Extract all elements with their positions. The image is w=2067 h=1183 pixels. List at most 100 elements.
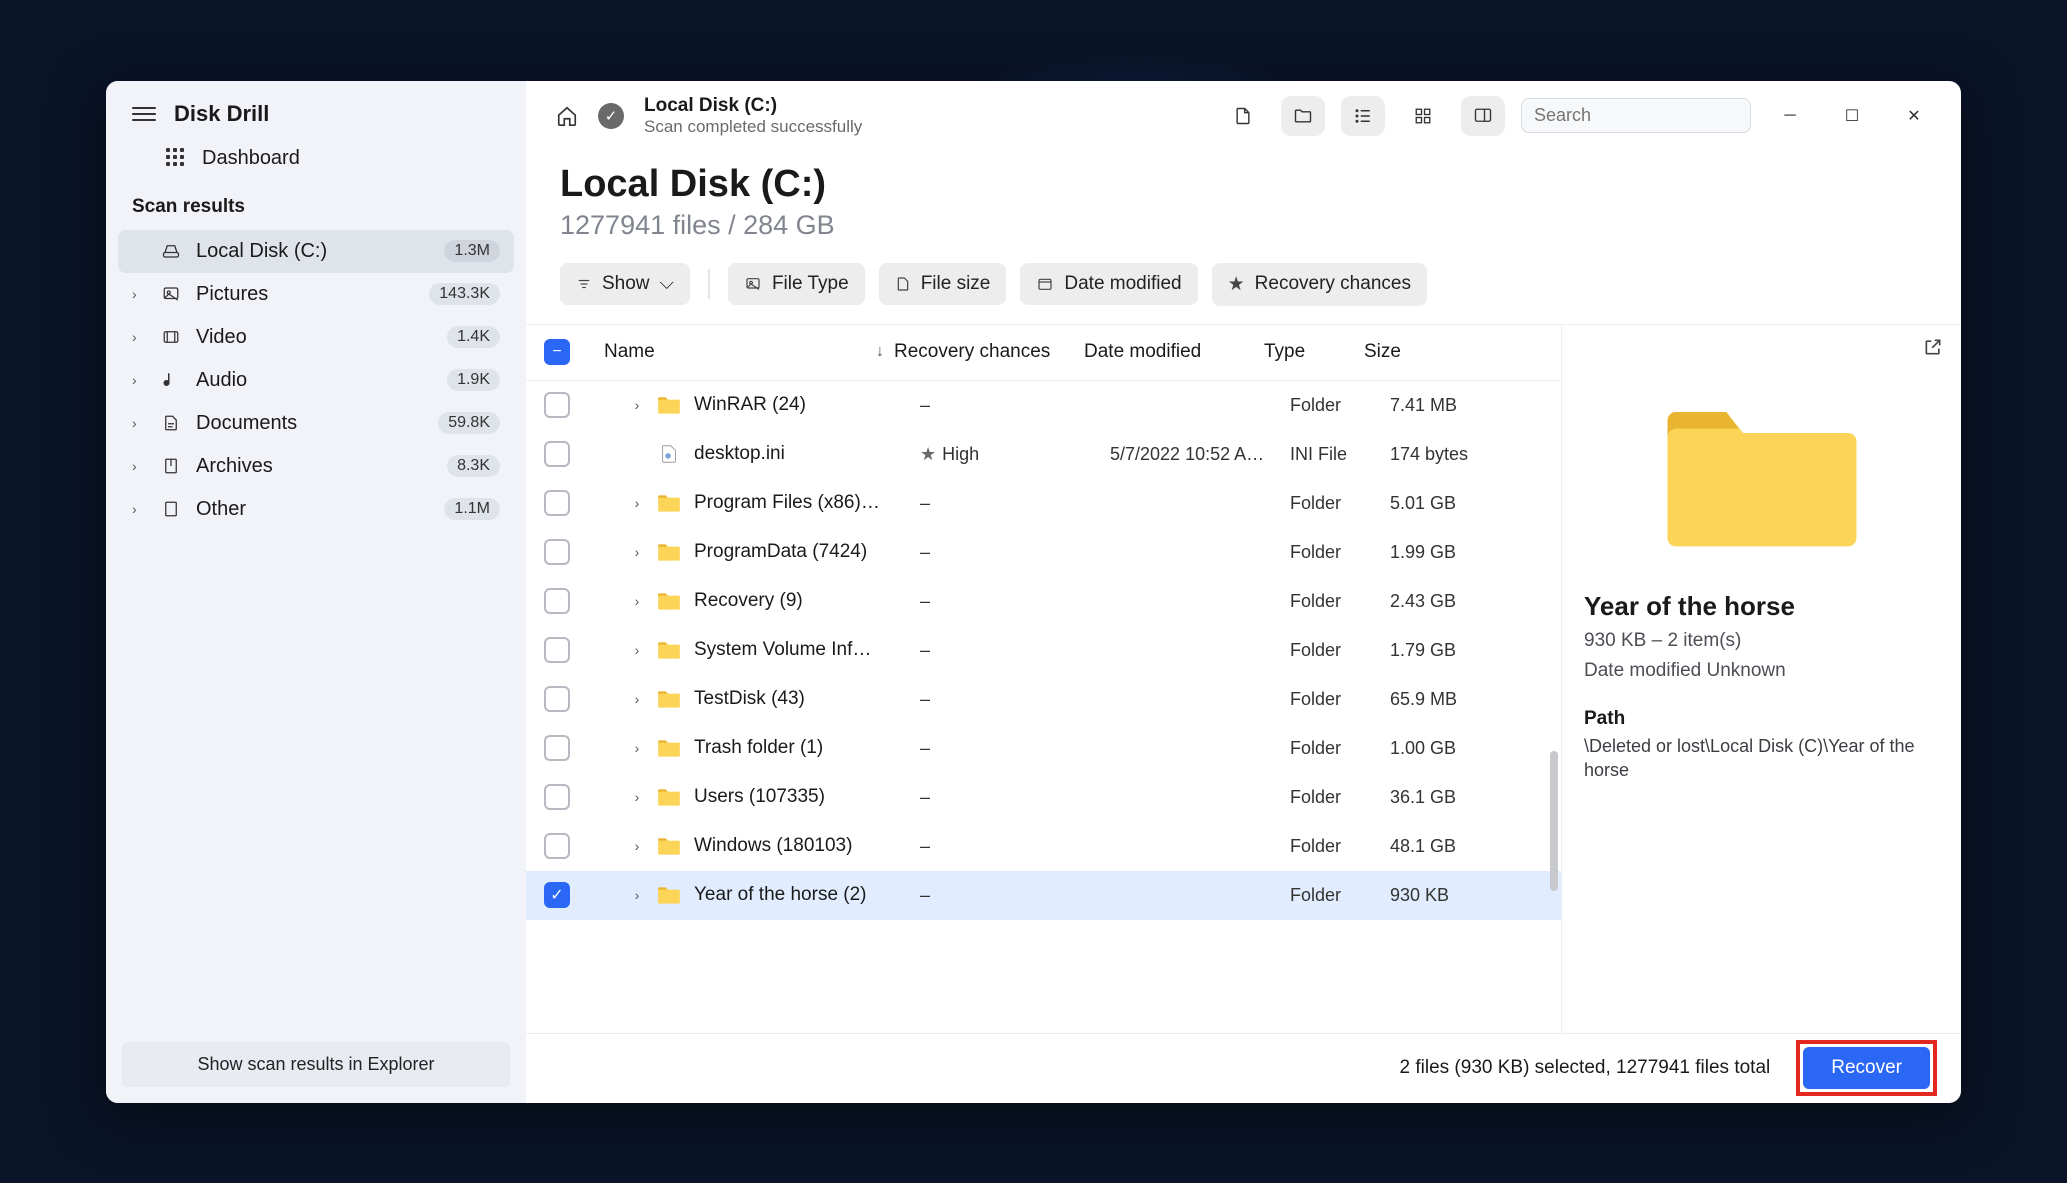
table-row[interactable]: ›Recovery (9)–Folder2.43 GB: [526, 577, 1561, 626]
table-row[interactable]: ›TestDisk (43)–Folder65.9 MB: [526, 675, 1561, 724]
show-in-explorer-button[interactable]: Show scan results in Explorer: [122, 1042, 510, 1087]
select-all-checkbox[interactable]: −: [544, 339, 570, 365]
minimize-button[interactable]: ─: [1767, 100, 1813, 132]
details-date: Date modified Unknown: [1584, 660, 1939, 682]
row-checkbox[interactable]: [544, 784, 570, 810]
expand-icon[interactable]: ›: [626, 593, 648, 609]
row-checkbox[interactable]: ✓: [544, 882, 570, 908]
sidebar-item-count: 1.1M: [444, 498, 500, 520]
sidebar-item-label: Documents: [196, 412, 424, 435]
table-row[interactable]: ›Windows (180103)–Folder48.1 GB: [526, 822, 1561, 871]
table-row[interactable]: ›ProgramData (7424)–Folder1.99 GB: [526, 528, 1561, 577]
table-row[interactable]: ›Program Files (x86)…–Folder5.01 GB: [526, 479, 1561, 528]
recover-button[interactable]: Recover: [1803, 1047, 1930, 1089]
grid-view-icon[interactable]: [1401, 96, 1445, 136]
expand-icon[interactable]: ›: [626, 544, 648, 560]
sidebar-item-count: 1.9K: [447, 369, 500, 391]
maximize-button[interactable]: ☐: [1829, 100, 1875, 132]
row-name: WinRAR (24): [694, 394, 920, 416]
row-checkbox[interactable]: [544, 735, 570, 761]
date-modified-chip[interactable]: Date modified: [1020, 263, 1197, 305]
panel-view-icon[interactable]: [1461, 96, 1505, 136]
table-row[interactable]: ›WinRAR (24)–Folder7.41 MB: [526, 381, 1561, 430]
table-row[interactable]: ✓›Year of the horse (2)–Folder930 KB: [526, 871, 1561, 920]
pop-out-icon[interactable]: [1923, 337, 1943, 357]
file-icon: [895, 275, 911, 293]
hamburger-menu-icon[interactable]: [132, 102, 156, 126]
toolbar-subtitle: Scan completed successfully: [644, 117, 862, 137]
folder-view-icon[interactable]: [1281, 96, 1325, 136]
expand-icon[interactable]: ›: [626, 495, 648, 511]
divider: [708, 269, 710, 299]
row-size: 1.79 GB: [1390, 640, 1510, 661]
col-recovery-header[interactable]: Recovery chances: [894, 341, 1084, 363]
row-checkbox[interactable]: [544, 588, 570, 614]
row-type: Folder: [1290, 836, 1390, 857]
table-row[interactable]: ›System Volume Inf…–Folder1.79 GB: [526, 626, 1561, 675]
recover-highlight: Recover: [1796, 1040, 1937, 1096]
col-size-header[interactable]: Size: [1364, 341, 1484, 363]
file-size-chip[interactable]: File size: [879, 263, 1007, 305]
sidebar-item-video[interactable]: ›Video1.4K: [118, 316, 514, 359]
sidebar-item-archives[interactable]: ›Archives8.3K: [118, 445, 514, 488]
new-file-icon[interactable]: [1221, 96, 1265, 136]
row-name: Trash folder (1): [694, 737, 920, 759]
chevron-right-icon: ›: [132, 329, 146, 345]
row-checkbox[interactable]: [544, 833, 570, 859]
row-type: Folder: [1290, 493, 1390, 514]
row-name: desktop.ini: [694, 443, 920, 465]
row-checkbox[interactable]: [544, 637, 570, 663]
expand-icon[interactable]: ›: [626, 642, 648, 658]
expand-icon[interactable]: ›: [626, 740, 648, 756]
other-icon: [160, 498, 182, 520]
expand-icon[interactable]: ›: [626, 838, 648, 854]
row-size: 174 bytes: [1390, 444, 1510, 465]
show-filter-chip[interactable]: Show ⌵: [560, 263, 690, 305]
table-row[interactable]: ›Trash folder (1)–Folder1.00 GB: [526, 724, 1561, 773]
recovery-chances-chip[interactable]: ★ Recovery chances: [1212, 263, 1427, 306]
sidebar-item-other[interactable]: ›Other1.1M: [118, 488, 514, 531]
details-path-label: Path: [1584, 708, 1939, 730]
row-type: Folder: [1290, 395, 1390, 416]
expand-icon[interactable]: ›: [626, 789, 648, 805]
sidebar-item-pictures[interactable]: ›Pictures143.3K: [118, 273, 514, 316]
sidebar-item-documents[interactable]: ›Documents59.8K: [118, 402, 514, 445]
search-box[interactable]: [1521, 98, 1751, 133]
table-row[interactable]: ›Users (107335)–Folder36.1 GB: [526, 773, 1561, 822]
sidebar-item-label: Other: [196, 498, 430, 521]
file-type-chip[interactable]: File Type: [728, 263, 865, 305]
sidebar-item-local-disk-c-[interactable]: ›Local Disk (C:)1.3M: [118, 230, 514, 273]
col-type-header[interactable]: Type: [1264, 341, 1364, 363]
col-date-header[interactable]: Date modified: [1084, 341, 1264, 363]
row-size: 65.9 MB: [1390, 689, 1510, 710]
row-checkbox[interactable]: [544, 686, 570, 712]
sidebar-item-count: 1.3M: [444, 240, 500, 262]
close-button[interactable]: ✕: [1891, 100, 1937, 132]
row-checkbox[interactable]: [544, 392, 570, 418]
search-input[interactable]: [1534, 105, 1766, 126]
row-checkbox[interactable]: [544, 441, 570, 467]
table-row[interactable]: desktop.ini★High5/7/2022 10:52 A…INI Fil…: [526, 430, 1561, 479]
page-title: Local Disk (C:): [560, 163, 1927, 206]
row-recovery: –: [920, 689, 1110, 710]
scrollbar-thumb[interactable]: [1550, 751, 1558, 891]
row-recovery: –: [920, 738, 1110, 759]
row-name: Program Files (x86)…: [694, 492, 920, 514]
list-view-icon[interactable]: [1341, 96, 1385, 136]
table-body: ›WinRAR (24)–Folder7.41 MBdesktop.ini★Hi…: [526, 381, 1561, 1033]
expand-icon[interactable]: ›: [626, 397, 648, 413]
row-date: 5/7/2022 10:52 A…: [1110, 444, 1290, 465]
dashboard-nav[interactable]: Dashboard: [106, 135, 526, 188]
sidebar-item-audio[interactable]: ›Audio1.9K: [118, 359, 514, 402]
sidebar: Disk Drill Dashboard Scan results ›Local…: [106, 81, 526, 1103]
expand-icon[interactable]: ›: [626, 887, 648, 903]
video-icon: [160, 326, 182, 348]
row-checkbox[interactable]: [544, 539, 570, 565]
file-icon: [656, 443, 682, 465]
row-checkbox[interactable]: [544, 490, 570, 516]
show-filter-label: Show: [602, 273, 650, 295]
col-name-header[interactable]: Name↓: [604, 341, 894, 363]
sidebar-item-count: 143.3K: [429, 283, 500, 305]
expand-icon[interactable]: ›: [626, 691, 648, 707]
home-icon[interactable]: [550, 99, 584, 133]
